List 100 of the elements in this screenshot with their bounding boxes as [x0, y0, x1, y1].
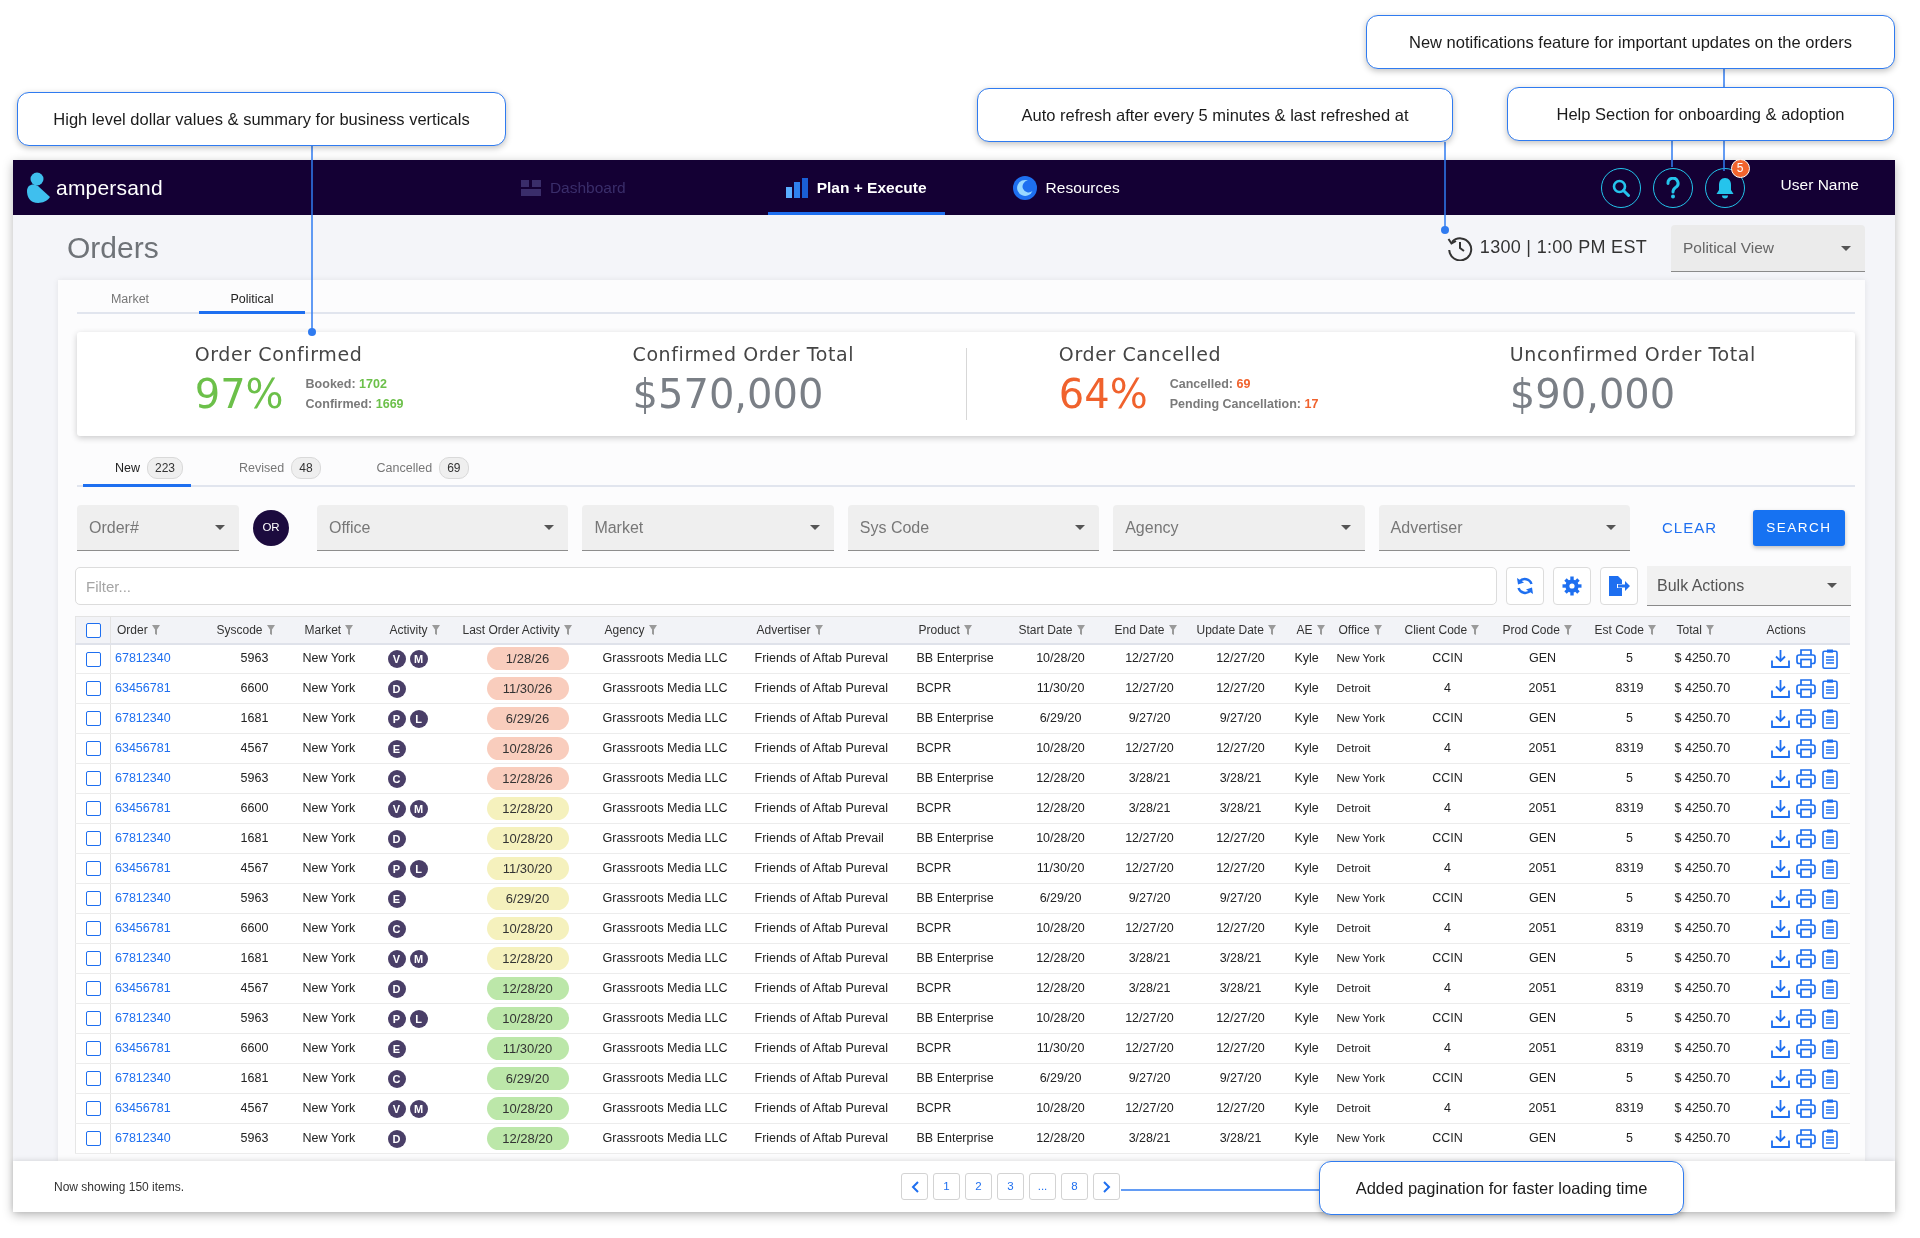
- download-icon[interactable]: [1770, 919, 1790, 938]
- order-link[interactable]: 63456781: [115, 801, 171, 816]
- view-dropdown[interactable]: Political View: [1671, 225, 1865, 272]
- download-icon[interactable]: [1770, 799, 1790, 818]
- filter-icon[interactable]: [1705, 624, 1714, 635]
- clipboard-icon[interactable]: [1821, 978, 1838, 999]
- clipboard-icon[interactable]: [1821, 888, 1838, 909]
- order-link[interactable]: 67812340: [115, 891, 171, 906]
- filter-input[interactable]: Filter...: [75, 567, 1497, 605]
- order-link[interactable]: 63456781: [115, 741, 171, 756]
- page-button[interactable]: 2: [965, 1173, 992, 1200]
- printer-icon[interactable]: [1795, 889, 1816, 908]
- clipboard-icon[interactable]: [1821, 1068, 1838, 1089]
- bulk-actions-dropdown[interactable]: Bulk Actions: [1647, 566, 1851, 606]
- order-link[interactable]: 63456781: [115, 1041, 171, 1056]
- row-checkbox[interactable]: [85, 711, 101, 727]
- download-icon[interactable]: [1770, 889, 1790, 908]
- row-checkbox[interactable]: [85, 891, 101, 907]
- order-link[interactable]: 67812340: [115, 1131, 171, 1146]
- filter-icon[interactable]: [266, 624, 275, 635]
- clipboard-icon[interactable]: [1821, 828, 1838, 849]
- download-icon[interactable]: [1770, 949, 1790, 968]
- row-checkbox[interactable]: [85, 681, 101, 697]
- order-status-tab[interactable]: New 223: [83, 452, 192, 487]
- page-button[interactable]: 8: [1061, 1173, 1088, 1200]
- user-menu[interactable]: User Name: [1780, 172, 1859, 197]
- page-button[interactable]: 3: [997, 1173, 1024, 1200]
- filter-icon[interactable]: [345, 624, 354, 635]
- order-link[interactable]: 63456781: [115, 921, 171, 936]
- download-icon[interactable]: [1770, 709, 1790, 728]
- filter-icon[interactable]: [1373, 624, 1382, 635]
- order-link[interactable]: 67812340: [115, 1011, 171, 1026]
- download-icon[interactable]: [1770, 1009, 1790, 1028]
- download-icon[interactable]: [1770, 769, 1790, 788]
- clipboard-icon[interactable]: [1821, 1038, 1838, 1059]
- row-checkbox[interactable]: [85, 1131, 101, 1147]
- printer-icon[interactable]: [1795, 1099, 1816, 1118]
- order-link[interactable]: 67812340: [115, 951, 171, 966]
- printer-icon[interactable]: [1795, 799, 1816, 818]
- download-icon[interactable]: [1770, 979, 1790, 998]
- filter-icon[interactable]: [1076, 624, 1085, 635]
- clipboard-icon[interactable]: [1821, 1098, 1838, 1119]
- filter-icon[interactable]: [151, 624, 160, 635]
- nav-tab[interactable]: Resources: [994, 160, 1138, 215]
- printer-icon[interactable]: [1795, 829, 1816, 848]
- row-checkbox[interactable]: [85, 741, 101, 757]
- download-icon[interactable]: [1770, 1039, 1790, 1058]
- row-checkbox[interactable]: [85, 1071, 101, 1087]
- filter-dropdown[interactable]: Market: [582, 505, 834, 551]
- filter-icon[interactable]: [1647, 624, 1656, 635]
- refresh-button[interactable]: [1506, 567, 1544, 605]
- order-link[interactable]: 63456781: [115, 861, 171, 876]
- printer-icon[interactable]: [1795, 1069, 1816, 1088]
- next-page-button[interactable]: [1093, 1173, 1120, 1200]
- filter-dropdown[interactable]: Advertiser: [1378, 505, 1630, 551]
- filter-dropdown[interactable]: Agency: [1113, 505, 1365, 551]
- search-button[interactable]: SEARCH: [1753, 510, 1845, 546]
- previous-page-button[interactable]: [901, 1173, 928, 1200]
- row-checkbox[interactable]: [85, 1101, 101, 1117]
- order-status-tab[interactable]: Revised 48: [207, 452, 329, 487]
- filter-icon[interactable]: [1563, 624, 1572, 635]
- order-link[interactable]: 67812340: [115, 1071, 171, 1086]
- download-icon[interactable]: [1770, 1099, 1790, 1118]
- download-icon[interactable]: [1770, 1069, 1790, 1088]
- row-checkbox[interactable]: [85, 801, 101, 817]
- printer-icon[interactable]: [1795, 1009, 1816, 1028]
- order-link[interactable]: 63456781: [115, 981, 171, 996]
- page-button[interactable]: ...: [1029, 1173, 1056, 1200]
- row-checkbox[interactable]: [85, 921, 101, 937]
- nav-tab[interactable]: Plan + Execute: [767, 160, 945, 215]
- clipboard-icon[interactable]: [1821, 1128, 1838, 1149]
- filter-dropdown[interactable]: Sys Code: [847, 505, 1100, 551]
- row-checkbox[interactable]: [85, 1041, 101, 1057]
- printer-icon[interactable]: [1795, 949, 1816, 968]
- order-link[interactable]: 67812340: [115, 831, 171, 846]
- order-link[interactable]: 67812340: [115, 651, 171, 666]
- clipboard-icon[interactable]: [1821, 648, 1838, 669]
- download-icon[interactable]: [1770, 739, 1790, 758]
- order-link[interactable]: 63456781: [115, 681, 171, 696]
- order-link[interactable]: 67812340: [115, 711, 171, 726]
- download-icon[interactable]: [1770, 679, 1790, 698]
- printer-icon[interactable]: [1795, 679, 1816, 698]
- clipboard-icon[interactable]: [1821, 798, 1838, 819]
- filter-icon[interactable]: [1316, 624, 1325, 635]
- filter-icon[interactable]: [431, 624, 440, 635]
- clipboard-icon[interactable]: [1821, 1008, 1838, 1029]
- clipboard-icon[interactable]: [1821, 768, 1838, 789]
- clipboard-icon[interactable]: [1821, 738, 1838, 759]
- clear-button[interactable]: CLEAR: [1655, 512, 1723, 544]
- clipboard-icon[interactable]: [1821, 678, 1838, 699]
- filter-icon[interactable]: [1267, 624, 1276, 635]
- filter-dropdown[interactable]: Order#: [77, 505, 239, 551]
- download-icon[interactable]: [1770, 649, 1790, 669]
- order-status-tab[interactable]: Cancelled 69: [344, 452, 477, 487]
- download-icon[interactable]: [1770, 829, 1790, 848]
- filter-icon[interactable]: [1168, 624, 1177, 635]
- printer-icon[interactable]: [1795, 709, 1816, 728]
- filter-icon[interactable]: [1471, 624, 1480, 635]
- view-tab[interactable]: Market: [77, 280, 183, 314]
- download-icon[interactable]: [1770, 859, 1790, 878]
